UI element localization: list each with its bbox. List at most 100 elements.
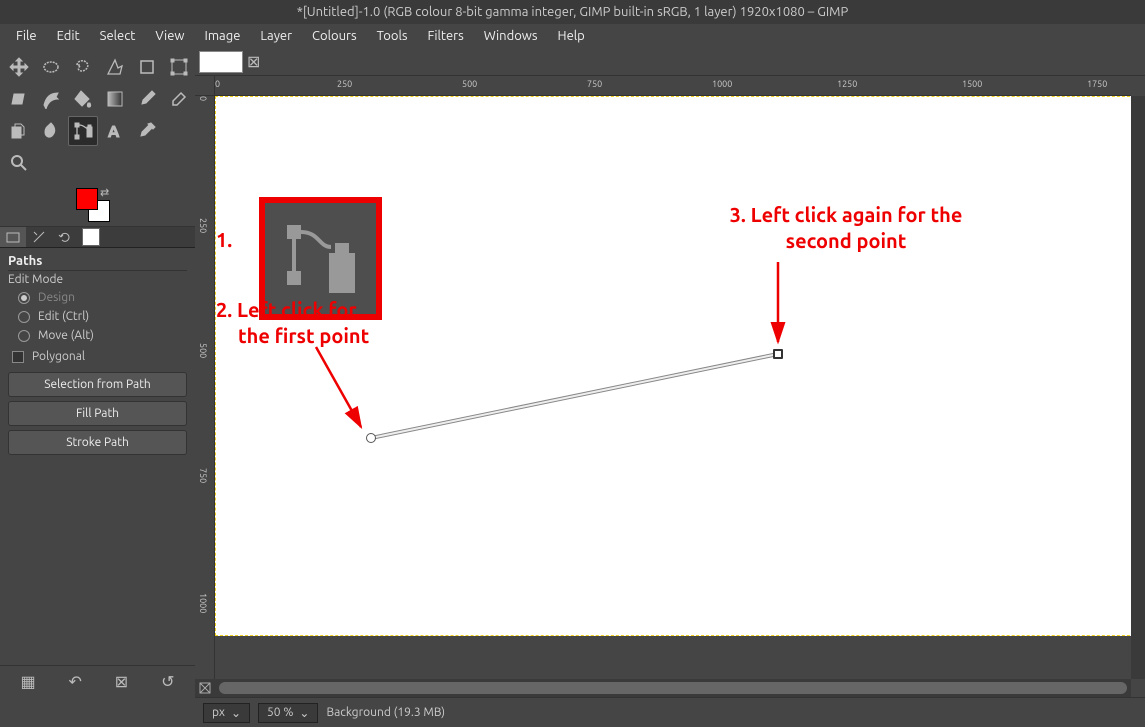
bucket-fill-tool[interactable] [68, 84, 98, 114]
ruler-label: 1500 [962, 79, 982, 89]
tool-options-tab[interactable] [0, 227, 26, 247]
chevron-down-icon: ⌄ [299, 706, 309, 720]
paths-tool[interactable] [68, 116, 98, 146]
zoom-label: 50 % [267, 706, 293, 719]
svg-text:A: A [108, 123, 120, 141]
ruler-label: 0 [215, 79, 220, 89]
free-select-tool[interactable] [68, 52, 98, 82]
selection-from-path-button[interactable]: Selection from Path [8, 372, 187, 397]
chevron-down-icon: ⌄ [231, 706, 241, 720]
ruler-label: 250 [198, 218, 208, 233]
annotation-1: 1. [216, 227, 232, 253]
zoom-tool[interactable] [4, 148, 34, 178]
paintbrush-tool[interactable] [132, 84, 162, 114]
ruler-label: 1000 [198, 593, 208, 613]
ruler-label: 500 [198, 343, 208, 358]
document-tab[interactable] [199, 51, 243, 73]
swap-colors-icon[interactable]: ⇄ [100, 186, 109, 199]
path-anchor-active[interactable] [773, 349, 783, 359]
close-tab-icon[interactable]: ⊠ [247, 52, 260, 71]
annotation-3: 3. Left click again for the second point [686, 202, 1006, 254]
images-tab[interactable] [82, 228, 100, 246]
radio-icon [18, 292, 30, 304]
restore-options-icon[interactable]: ↶ [68, 672, 81, 691]
unified-transform-tool[interactable] [164, 52, 194, 82]
toolbox: A [0, 48, 195, 182]
foreground-color[interactable] [76, 188, 98, 210]
color-picker-tool[interactable] [132, 116, 162, 146]
options-title: Paths [8, 252, 187, 271]
menu-help[interactable]: Help [548, 26, 595, 46]
clone-tool[interactable] [4, 116, 34, 146]
menu-tools[interactable]: Tools [367, 26, 418, 46]
menu-edit[interactable]: Edit [47, 26, 90, 46]
ruler-label: 250 [337, 79, 352, 89]
canvas-viewport[interactable]: 1. 2. Left click for the first point 3. … [215, 96, 1131, 679]
document-tabs: ⊠ [195, 48, 1145, 76]
text-tool[interactable]: A [100, 116, 130, 146]
navigation-preview-icon[interactable] [195, 679, 215, 697]
fill-path-button[interactable]: Fill Path [8, 401, 187, 426]
menu-bar: File Edit Select View Image Layer Colour… [0, 24, 1145, 48]
mode-design[interactable]: Design [8, 288, 187, 307]
title-bar: *[Untitled]-1.0 (RGB colour 8-bit gamma … [0, 0, 1145, 24]
menu-image[interactable]: Image [195, 26, 251, 46]
dock-bottom-icons: ▦ ↶ ⊠ ↺ [0, 665, 195, 697]
zoom-selector[interactable]: 50 % ⌄ [258, 703, 318, 723]
mode-move[interactable]: Move (Alt) [8, 326, 187, 345]
menu-colours[interactable]: Colours [302, 26, 367, 46]
unit-label: px [212, 706, 225, 719]
ruler-label: 500 [462, 79, 477, 89]
canvas[interactable]: 1. 2. Left click for the first point 3. … [215, 96, 1131, 636]
annotation-text: 2. Left click for [216, 298, 357, 321]
polygonal-option[interactable]: Polygonal [8, 345, 187, 368]
eraser-tool[interactable] [164, 84, 194, 114]
menu-filters[interactable]: Filters [418, 26, 474, 46]
move-tool[interactable] [4, 52, 34, 82]
canvas-area: ⊠ 0 250 500 750 1000 1250 1500 1750 0 25… [195, 48, 1145, 697]
fuzzy-select-tool[interactable] [100, 52, 130, 82]
menu-file[interactable]: File [6, 26, 47, 46]
vertical-ruler[interactable]: 0 250 500 750 1000 [195, 96, 215, 679]
mode-label: Edit (Ctrl) [38, 310, 89, 323]
edit-mode-label: Edit Mode [8, 271, 187, 288]
vertical-scrollbar[interactable] [1131, 96, 1145, 679]
tool-options: Paths Edit Mode Design Edit (Ctrl) Move … [0, 248, 195, 463]
stroke-path-button[interactable]: Stroke Path [8, 430, 187, 455]
gradient-tool[interactable] [100, 84, 130, 114]
mode-label: Move (Alt) [38, 329, 94, 342]
menu-view[interactable]: View [145, 26, 194, 46]
mode-edit[interactable]: Edit (Ctrl) [8, 307, 187, 326]
ruler-label: 0 [198, 96, 208, 101]
horizontal-ruler[interactable]: 0 250 500 750 1000 1250 1500 1750 [215, 76, 1131, 96]
device-status-tab[interactable] [26, 227, 52, 247]
mode-label: Design [38, 291, 75, 304]
main-area: A ⇄ Paths Edit Mode Design Edit [0, 48, 1145, 697]
ruler-label: 1000 [712, 79, 732, 89]
ruler-label: 750 [587, 79, 602, 89]
annotation-text: 3. Left click again for the [730, 203, 963, 226]
undo-history-tab[interactable] [52, 227, 78, 247]
paths-tool-icon [281, 219, 361, 299]
annotation-text: second point [786, 229, 907, 252]
horizontal-scrollbar[interactable] [215, 679, 1131, 697]
ruler-label: 1750 [1087, 79, 1107, 89]
smudge-tool[interactable] [36, 116, 66, 146]
ruler-corner[interactable] [195, 76, 215, 96]
rotate-tool[interactable] [4, 84, 34, 114]
dock-tabs [0, 226, 195, 248]
radio-icon [18, 311, 30, 323]
unit-selector[interactable]: px ⌄ [203, 703, 250, 723]
polygonal-label: Polygonal [32, 350, 85, 363]
reset-options-icon[interactable]: ↺ [161, 672, 174, 691]
delete-options-icon[interactable]: ⊠ [115, 672, 128, 691]
path-anchor[interactable] [366, 433, 376, 443]
menu-layer[interactable]: Layer [250, 26, 302, 46]
color-area: ⇄ [0, 182, 195, 226]
menu-select[interactable]: Select [90, 26, 146, 46]
ellipse-select-tool[interactable] [36, 52, 66, 82]
save-options-icon[interactable]: ▦ [20, 672, 35, 691]
crop-tool[interactable] [132, 52, 162, 82]
warp-tool[interactable] [36, 84, 66, 114]
menu-windows[interactable]: Windows [474, 26, 548, 46]
